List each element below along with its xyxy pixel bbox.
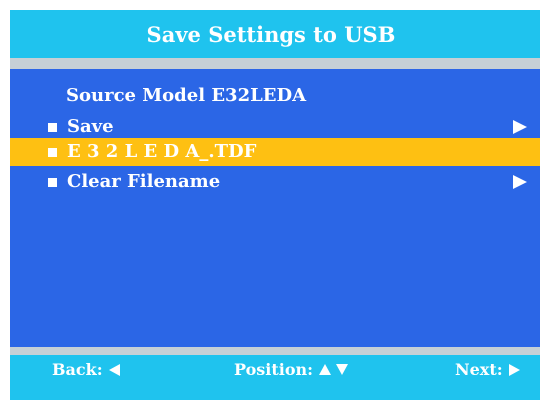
triangle-up-icon [319, 364, 332, 375]
triangle-left-icon [108, 363, 120, 376]
footer-hint-bar: Back: Position: Next: [10, 355, 540, 400]
square-bullet-icon [48, 178, 57, 187]
square-bullet-icon [48, 148, 57, 157]
top-divider [10, 58, 540, 69]
menu-item-label: Clear Filename [67, 171, 221, 192]
source-model-label: Source Model E32LEDA [66, 85, 307, 106]
submenu-arrow-icon [513, 175, 527, 189]
triangle-down-icon [336, 364, 349, 375]
page-title: Save Settings to USB [146, 21, 396, 47]
title-bar: Save Settings to USB [10, 10, 540, 58]
menu-item-label: Save [67, 116, 114, 137]
menu-item-filename[interactable]: E 3 2 L E D A_.TDF [10, 138, 540, 166]
back-hint: Back: [52, 360, 120, 379]
position-hint: Position: [234, 360, 349, 379]
square-bullet-icon [48, 123, 57, 132]
bottom-divider [10, 347, 540, 355]
menu-item-save[interactable]: Save [10, 113, 540, 141]
next-hint: Next: [455, 360, 520, 379]
menu-item-clear-filename[interactable]: Clear Filename [10, 168, 540, 196]
menu-item-label: E 3 2 L E D A_.TDF [67, 141, 257, 162]
position-label: Position: [234, 360, 314, 379]
menu-panel: Source Model E32LEDA Save E 3 2 L E D A_… [10, 69, 540, 347]
next-label: Next: [455, 360, 503, 379]
osd-screen: Save Settings to USB Source Model E32LED… [10, 10, 540, 400]
triangle-right-icon [508, 363, 520, 376]
submenu-arrow-icon [513, 120, 527, 134]
back-label: Back: [52, 360, 103, 379]
